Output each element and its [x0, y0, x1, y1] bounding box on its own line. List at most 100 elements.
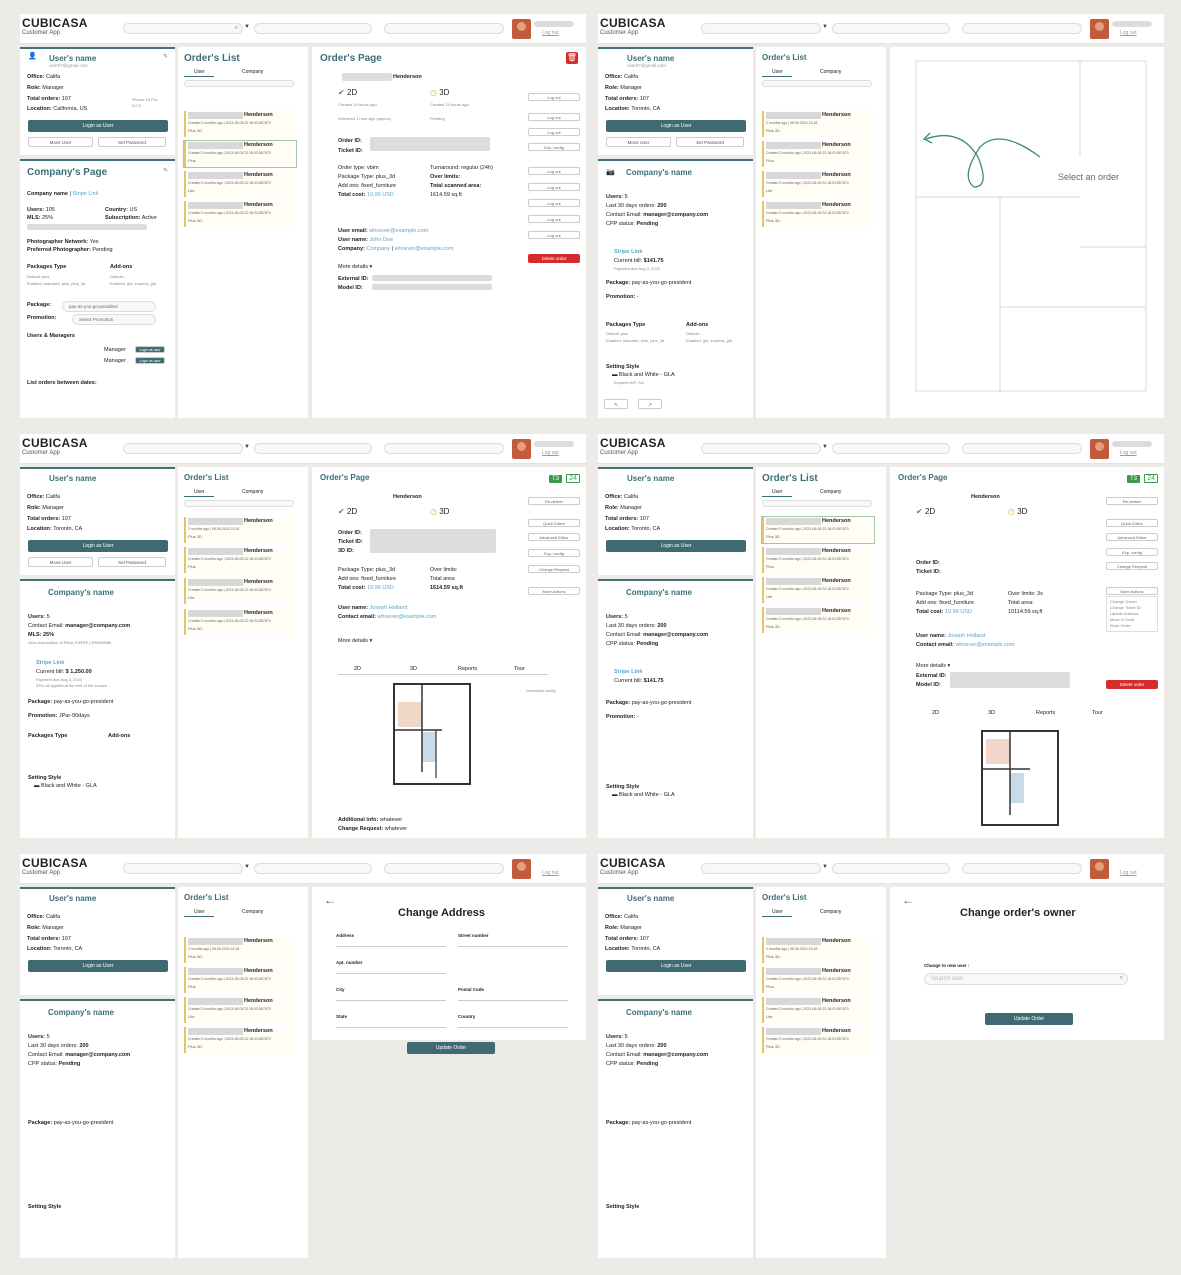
- edit-icon[interactable]: ✎: [163, 167, 168, 174]
- order-card[interactable]: Henderson 2 months ago | 08.06.2024 22:18…: [184, 937, 296, 963]
- order-card[interactable]: Henderson Created 2 months ago | 2023-06-…: [762, 141, 874, 167]
- order-search-input[interactable]: [762, 500, 872, 507]
- order-card[interactable]: Henderson Created 2 months ago | 2023-06-…: [762, 171, 874, 197]
- city-input[interactable]: [336, 993, 446, 1001]
- order-card[interactable]: Henderson Created 2 months ago | 2023-06-…: [184, 967, 296, 993]
- search-input[interactable]: [123, 863, 243, 874]
- more-details[interactable]: More details ▾: [916, 663, 950, 669]
- avatar[interactable]: [512, 439, 531, 459]
- stripe-link[interactable]: Stripe Link: [36, 660, 64, 666]
- search-input[interactable]: [254, 443, 372, 454]
- order-search-input[interactable]: [762, 80, 872, 87]
- more-details[interactable]: More details ▾: [338, 638, 372, 644]
- tab-3d[interactable]: 3D: [988, 710, 995, 716]
- tab-tour[interactable]: Tour: [514, 666, 525, 672]
- avatar[interactable]: [512, 19, 531, 39]
- change-request-button[interactable]: Change Request: [1106, 562, 1158, 570]
- order-card[interactable]: Henderson Created 2 months ago | 2023-06-…: [184, 111, 296, 137]
- search-input[interactable]: [962, 443, 1082, 454]
- action-move-draft[interactable]: Move to Draft: [1110, 617, 1134, 622]
- stripe-link[interactable]: Stripe Link: [614, 249, 642, 255]
- exp-config-select[interactable]: Exp. config: [528, 549, 580, 557]
- tab-reports[interactable]: Reports: [1036, 710, 1055, 716]
- action-change-owner[interactable]: Change Owner: [1110, 599, 1137, 604]
- order-card[interactable]: Henderson Created 2 months ago | 2023-06-…: [184, 578, 296, 604]
- tab-user[interactable]: User: [772, 489, 783, 495]
- tab-user[interactable]: User: [772, 69, 783, 75]
- order-card[interactable]: Henderson Created 2 months ago | 2023-06-…: [762, 1027, 874, 1053]
- logout-link[interactable]: Log out: [542, 30, 559, 36]
- delete-icon[interactable]: 🗑: [566, 52, 578, 64]
- download-config[interactable]: Download config: [526, 688, 556, 693]
- tab-3d[interactable]: 3D: [410, 666, 417, 672]
- order-card[interactable]: Henderson Created 2 months ago | 2023-06-…: [761, 516, 875, 544]
- tab-user[interactable]: User: [194, 69, 205, 75]
- promotion-select[interactable]: Select Promotion: [72, 314, 156, 325]
- search-input[interactable]: [701, 863, 821, 874]
- order-card[interactable]: Henderson Created 2 months ago | 2023-06-…: [762, 997, 874, 1023]
- avatar[interactable]: [512, 859, 531, 879]
- back-arrow-icon[interactable]: ←: [902, 893, 914, 907]
- log-out-button[interactable]: Log out: [528, 215, 580, 223]
- avatar[interactable]: [1090, 859, 1109, 879]
- apt-input[interactable]: [336, 966, 446, 974]
- order-card[interactable]: Henderson Created 2 months ago | 2023-06-…: [184, 201, 296, 227]
- set-password-button[interactable]: Set Password: [98, 557, 166, 567]
- country-select[interactable]: [458, 1020, 568, 1028]
- delete-order-button[interactable]: Delete order: [528, 254, 580, 263]
- search-input[interactable]: [384, 443, 504, 454]
- order-search-input[interactable]: [184, 500, 294, 507]
- logout-link[interactable]: Log out: [1120, 450, 1137, 456]
- state-input[interactable]: [336, 1020, 446, 1028]
- log-out-button[interactable]: Log out: [528, 128, 580, 136]
- log-out-button[interactable]: Log out: [528, 167, 580, 175]
- update-order-button[interactable]: Update Order: [407, 1042, 495, 1054]
- address-input[interactable]: [336, 939, 446, 947]
- postal-input[interactable]: [458, 993, 568, 1001]
- avatar[interactable]: [1090, 19, 1109, 39]
- redeliver-button[interactable]: Re-deliver: [1106, 497, 1158, 505]
- tab-user[interactable]: User: [194, 489, 205, 495]
- tab-user[interactable]: User: [772, 909, 783, 915]
- logout-link[interactable]: Log out: [542, 450, 559, 456]
- stripe-link[interactable]: Stripe Link: [614, 669, 642, 675]
- search-input[interactable]: [832, 23, 950, 34]
- tab-company[interactable]: Company: [242, 909, 263, 915]
- tab-2d[interactable]: 2D: [354, 666, 361, 672]
- search-input[interactable]: [384, 23, 504, 34]
- delete-order-button[interactable]: Delete order: [1106, 680, 1158, 689]
- search-input[interactable]: [123, 443, 243, 454]
- tab-company[interactable]: Company: [820, 489, 841, 495]
- login-as-user-button[interactable]: Login as User: [606, 540, 746, 552]
- tab-reports[interactable]: Reports: [458, 666, 477, 672]
- move-user-button[interactable]: Move User: [28, 557, 93, 567]
- logout-link[interactable]: Log out: [1120, 30, 1137, 36]
- search-user-input[interactable]: Search user ⌕: [924, 973, 1128, 985]
- more-actions-select[interactable]: More Actions: [528, 587, 580, 595]
- search-input[interactable]: [701, 443, 821, 454]
- move-user-button[interactable]: Move User: [606, 137, 671, 147]
- set-password-button[interactable]: Set Password: [676, 137, 744, 147]
- order-card[interactable]: Henderson Created 2 months ago | 2023-06-…: [183, 140, 297, 168]
- tab-user[interactable]: User: [194, 909, 205, 915]
- filter-icon[interactable]: ▼: [822, 24, 828, 30]
- tab-company[interactable]: Company: [242, 69, 263, 75]
- quick-editor-button[interactable]: Quick Editor: [1106, 519, 1158, 527]
- order-card[interactable]: Henderson 2 months ago | 08.06.2024 22:18…: [762, 937, 874, 963]
- search-input[interactable]: [254, 23, 372, 34]
- order-search-input[interactable]: [184, 80, 294, 87]
- package-select[interactable]: pay-as-you-go-president: [62, 301, 156, 312]
- action-change-ticket[interactable]: Change Ticket ID: [1110, 605, 1141, 610]
- action-rush-order[interactable]: Rush Order: [1110, 623, 1131, 628]
- search-input[interactable]: ⌕: [123, 23, 243, 34]
- login-as-user-button[interactable]: Login as User: [28, 120, 168, 132]
- edit-icon[interactable]: ✎: [163, 53, 168, 60]
- log-out-button[interactable]: Log out: [528, 199, 580, 207]
- order-card[interactable]: Henderson Created 2 months ago | 2023-06-…: [762, 607, 874, 633]
- open-button[interactable]: ↗: [638, 399, 662, 409]
- tab-company[interactable]: Company: [242, 489, 263, 495]
- search-input[interactable]: [962, 23, 1082, 34]
- filter-icon[interactable]: ▼: [822, 444, 828, 450]
- log-out-button[interactable]: Log out: [528, 231, 580, 239]
- order-card[interactable]: Henderson Created 2 months ago | 2023-06-…: [762, 967, 874, 993]
